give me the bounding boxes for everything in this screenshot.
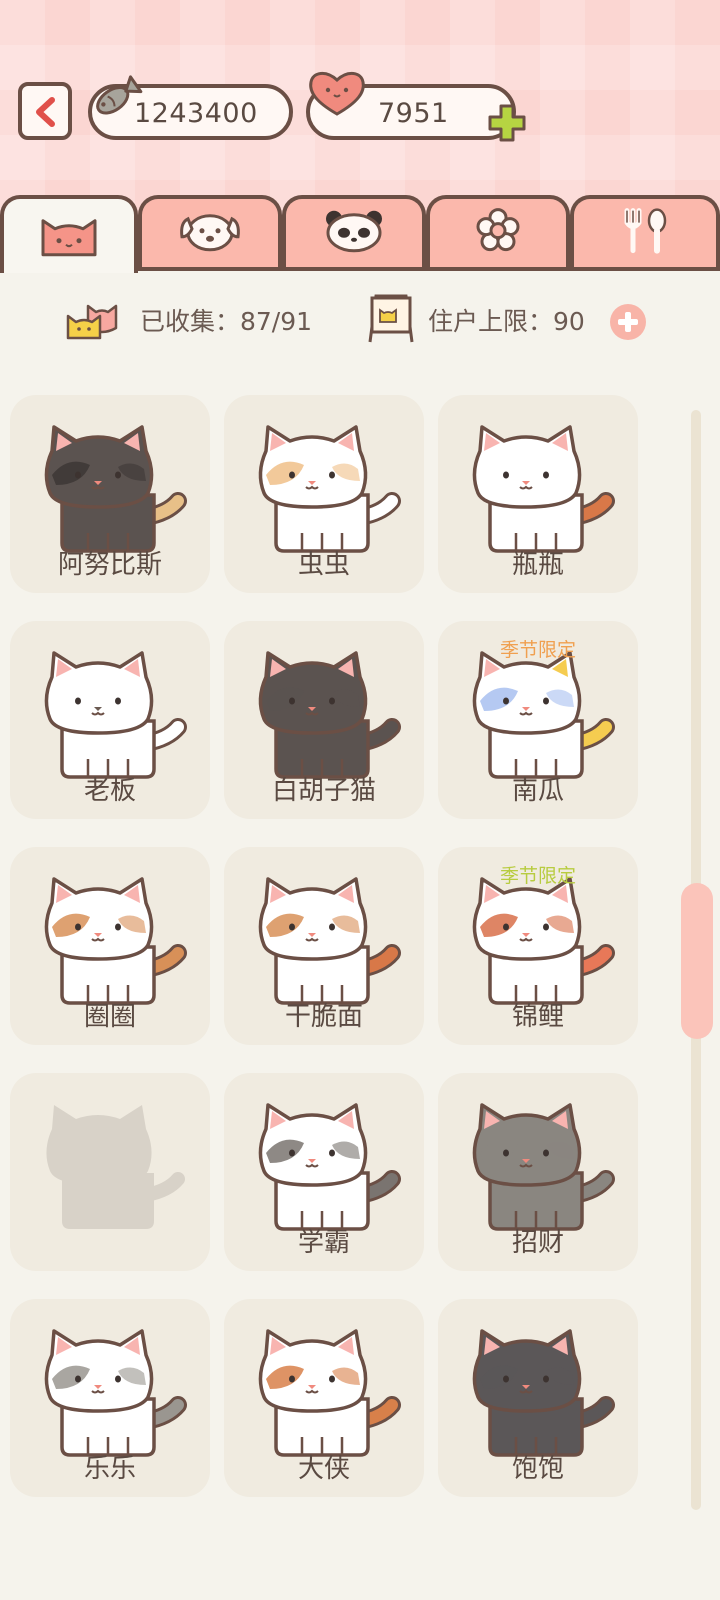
fish-icon: [96, 75, 143, 115]
cat-card[interactable]: 饱饱: [438, 1299, 638, 1497]
cat-illustration: [472, 651, 615, 779]
tab-divider: [138, 267, 720, 271]
heart-count: 7951: [378, 98, 449, 129]
cat-illustration: [472, 425, 615, 553]
cat-name: 圈圈: [83, 1002, 136, 1032]
cat-card[interactable]: 招财: [438, 1073, 638, 1271]
cat-heads-icon: [66, 304, 118, 340]
cat-face-icon: [41, 219, 97, 257]
locked-cat-card[interactable]: [10, 1073, 210, 1271]
cat-name: 老板: [83, 776, 136, 806]
cat-card[interactable]: 瓶瓶: [438, 395, 638, 593]
cat-name: 南瓜: [511, 776, 564, 806]
fish-count: 1243400: [134, 98, 258, 129]
cat-card[interactable]: 季节限定 南瓜: [438, 621, 638, 819]
collected-count: 已收集：87/91: [140, 307, 313, 336]
flower-icon: [476, 208, 520, 252]
cat-illustration: [258, 877, 401, 1005]
heart-icon: [309, 72, 365, 116]
chevron-left-icon: [36, 97, 55, 127]
cat-illustration: [472, 1329, 615, 1457]
cat-illustration: [258, 1329, 401, 1457]
cat-illustration: [44, 425, 187, 553]
cat-name: 干脆面: [284, 1002, 363, 1032]
tab-cats[interactable]: [0, 195, 138, 273]
cat-name: 虫虫: [297, 550, 350, 580]
tab-dogs[interactable]: [138, 195, 282, 267]
cat-illustration: [472, 1103, 615, 1231]
cat-illustration: [44, 877, 187, 1005]
cat-illustration: [258, 1103, 401, 1231]
cat-card[interactable]: 阿努比斯: [10, 395, 210, 593]
cat-illustration: [44, 651, 187, 779]
cat-card[interactable]: 老板: [10, 621, 210, 819]
fork-spoon-icon: [624, 208, 667, 254]
cat-illustration: [44, 1329, 187, 1457]
tab-plants[interactable]: [426, 195, 570, 267]
back-button[interactable]: [18, 82, 72, 140]
category-tabs: [0, 195, 720, 273]
collection-stats: 已收集：87/91 住户上限：90: [0, 290, 720, 350]
cat-name: 瓶瓶: [511, 550, 564, 580]
cat-name: 锦鲤: [511, 1002, 564, 1032]
cat-card[interactable]: 白胡子猫: [224, 621, 424, 819]
resident-limit: 住户上限：90: [428, 307, 585, 336]
seasonal-limited-badge: 季节限定: [499, 865, 576, 887]
panda-face-icon: [326, 210, 382, 253]
cat-name: 大侠: [297, 1454, 350, 1484]
cat-card[interactable]: 干脆面: [224, 847, 424, 1045]
cat-illustration: [258, 425, 401, 553]
dog-face-icon: [180, 214, 240, 252]
scrollbar-thumb[interactable]: [681, 883, 713, 1039]
cat-name: 乐乐: [83, 1454, 136, 1484]
tab-pandas[interactable]: [282, 195, 426, 267]
cat-name: 饱饱: [511, 1454, 564, 1484]
cat-card[interactable]: 乐乐: [10, 1299, 210, 1497]
cat-card[interactable]: 虫虫: [224, 395, 424, 593]
increase-limit-button[interactable]: [610, 304, 646, 340]
cat-card[interactable]: 学霸: [224, 1073, 424, 1271]
cat-illustration: [46, 1105, 185, 1229]
cat-name: 招财: [511, 1228, 564, 1258]
cat-illustration: [472, 877, 615, 1005]
tab-food[interactable]: [570, 195, 720, 267]
cat-name: 学霸: [297, 1228, 350, 1258]
cat-card[interactable]: 大侠: [224, 1299, 424, 1497]
cat-card[interactable]: 圈圈: [10, 847, 210, 1045]
seasonal-limited-badge: 季节限定: [499, 639, 576, 661]
cat-card[interactable]: 季节限定 锦鲤: [438, 847, 638, 1045]
add-hearts-button[interactable]: [486, 102, 528, 144]
cat-illustration: [258, 651, 401, 779]
cat-name: 白胡子猫: [271, 776, 376, 806]
signboard-icon: [368, 294, 414, 343]
cat-name: 阿努比斯: [57, 550, 162, 580]
